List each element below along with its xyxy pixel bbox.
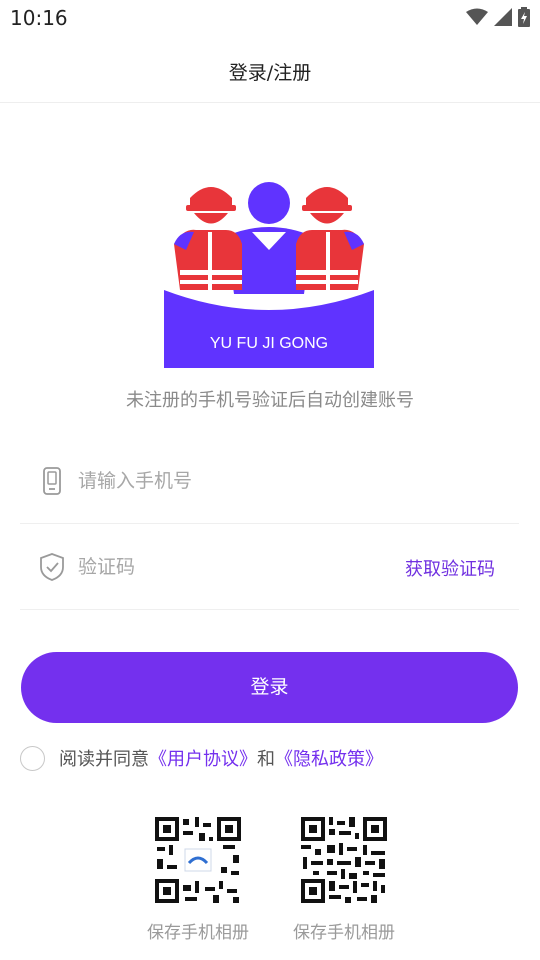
signal-icon (494, 8, 512, 26)
agreement-checkbox[interactable] (20, 745, 45, 771)
login-button[interactable]: 登录 (21, 652, 518, 723)
get-code-button[interactable]: 获取验证码 (405, 555, 495, 581)
battery-icon (518, 7, 530, 27)
code-field-row: 获取验证码 (20, 524, 519, 610)
phone-icon (43, 467, 61, 495)
user-agreement-link[interactable]: 《用户协议》 (149, 745, 257, 771)
save-to-album-button-2[interactable]: 保存手机相册 (279, 918, 409, 943)
status-time: 10:16 (10, 6, 68, 30)
phone-input[interactable] (78, 462, 378, 500)
shield-check-icon (40, 553, 64, 581)
app-logo: YU FU JI GONG (164, 170, 374, 368)
privacy-policy-link[interactable]: 《隐私政策》 (275, 745, 383, 771)
page-title: 登录/注册 (228, 62, 312, 84)
status-icons (466, 7, 530, 27)
qr-code-image[interactable] (299, 815, 389, 905)
wifi-icon (466, 8, 488, 25)
status-bar: 10:16 (0, 0, 540, 36)
register-hint: 未注册的手机号验证后自动创建账号 (126, 390, 414, 411)
qr-code-image[interactable] (153, 815, 243, 905)
app-header: 登录/注册 (0, 36, 540, 103)
agreement-and: 和 (257, 749, 275, 770)
logo-text: YU FU JI GONG (210, 335, 328, 352)
agreement-row: 阅读并同意 《用户协议》 和 《隐私政策》 (20, 744, 383, 772)
phone-field-row (20, 438, 519, 524)
agreement-prefix: 阅读并同意 (59, 749, 149, 770)
code-input[interactable] (78, 548, 378, 586)
save-to-album-button-1[interactable]: 保存手机相册 (133, 918, 263, 943)
